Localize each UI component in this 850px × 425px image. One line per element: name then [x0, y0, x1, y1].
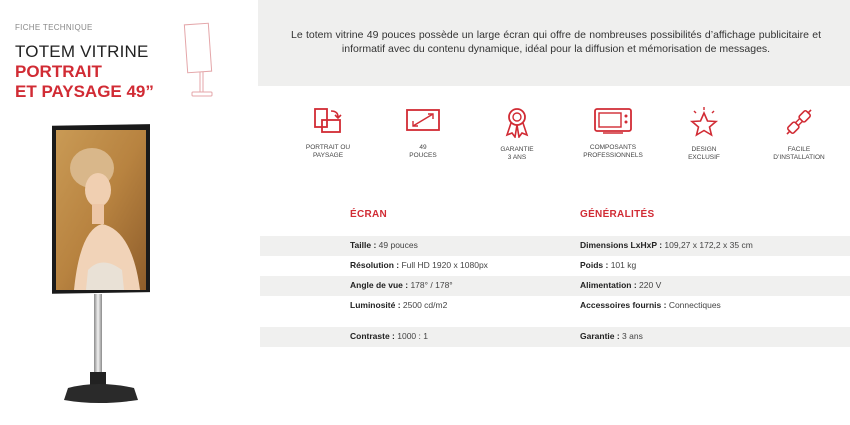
spec-label: Alimentation :	[580, 280, 637, 290]
spec-value: 109,27 x 172,2 x 35 cm	[662, 240, 753, 250]
spec-left: Luminosité : 2500 cd/m2	[350, 300, 447, 310]
spec-label: Dimensions LxHxP :	[580, 240, 663, 250]
spec-row: Angle de vue : 178° / 178° Alimentation …	[260, 276, 850, 296]
rotate-screen-icon	[314, 108, 342, 133]
feature-label: FACILE D’INSTALLATION	[773, 146, 825, 161]
title-line-1: TOTEM VITRINE	[15, 42, 149, 61]
spec-left: Résolution : Full HD 1920 x 1080px	[350, 260, 488, 270]
spec-left: Angle de vue : 178° / 178°	[350, 280, 453, 290]
title-line-2: PORTRAIT	[15, 62, 102, 81]
feature-label: PORTRAIT OU PAYSAGE	[305, 144, 351, 159]
eyebrow-label: FICHE TECHNIQUE	[15, 23, 93, 32]
section-title-screen: ÉCRAN	[350, 209, 388, 220]
feature-components: COMPOSANTS PROFESSIONNELS	[573, 106, 653, 160]
spec-right: Garantie : 3 ans	[580, 331, 643, 341]
feature-size: 49 POUCES	[383, 106, 463, 160]
spec-value: 2500 cd/m2	[400, 300, 448, 310]
totem-outline-icon	[183, 22, 213, 97]
spec-row: Contraste : 1000 : 1 Garantie : 3 ans	[260, 327, 850, 347]
product-header: FICHE TECHNIQUE TOTEM VITRINE PORTRAIT E…	[0, 0, 250, 425]
spec-value: 49 pouces	[376, 240, 418, 250]
spec-value: 1000 : 1	[394, 331, 428, 341]
spec-label: Garantie :	[580, 331, 620, 341]
product-description: Le totem vitrine 49 pouces possède un la…	[291, 29, 821, 55]
spec-row: Taille : 49 pouces Dimensions LxHxP : 10…	[260, 236, 850, 256]
spec-value: 101 kg	[608, 260, 637, 270]
feature-label: GARANTIE 3 ANS	[500, 146, 534, 161]
spec-right: Alimentation : 220 V	[580, 280, 661, 290]
feature-label: COMPOSANTS PROFESSIONNELS	[583, 144, 643, 159]
tv-components-icon	[594, 108, 632, 134]
spec-left: Taille : 49 pouces	[350, 240, 418, 250]
feature-label: 49 POUCES	[409, 144, 437, 159]
plug-icon	[786, 109, 812, 135]
spec-label: Poids :	[580, 260, 609, 270]
feature-rotate: PORTRAIT OU PAYSAGE	[288, 106, 368, 160]
spec-value: 178° / 178°	[408, 280, 453, 290]
screen-diagonal-icon	[406, 109, 440, 131]
spec-value: 3 ans	[619, 331, 643, 341]
spec-label: Luminosité :	[350, 300, 401, 310]
spec-right: Accessoires fournis : Connectiques	[580, 300, 721, 310]
award-ribbon-icon	[505, 108, 529, 138]
title-line-3: ET PAYSAGE 49”	[15, 82, 154, 101]
totem-product-image	[52, 124, 150, 403]
description-panel: Le totem vitrine 49 pouces possède un la…	[258, 0, 850, 86]
spec-left: Contraste : 1000 : 1	[350, 331, 428, 341]
star-sparkle-icon	[689, 107, 719, 137]
spec-label: Taille :	[350, 240, 377, 250]
section-title-general: GÉNÉRALITÉS	[580, 209, 655, 220]
spec-right: Poids : 101 kg	[580, 260, 636, 270]
spec-label: Contraste :	[350, 331, 395, 341]
spec-label: Résolution :	[350, 260, 400, 270]
spec-row: Résolution : Full HD 1920 x 1080px Poids…	[260, 256, 850, 276]
feature-label: DESIGN EXCLUSIF	[688, 146, 720, 161]
feature-warranty: GARANTIE 3 ANS	[477, 106, 557, 162]
spec-label: Angle de vue :	[350, 280, 409, 290]
spec-value: 220 V	[636, 280, 662, 290]
feature-strip: PORTRAIT OU PAYSAGE 49 POUCES GARANTIE 3…	[290, 106, 850, 176]
feature-install: FACILE D’INSTALLATION	[759, 106, 839, 162]
feature-design: DESIGN EXCLUSIF	[664, 106, 744, 162]
spec-right: Dimensions LxHxP : 109,27 x 172,2 x 35 c…	[580, 240, 753, 250]
spec-value: Connectiques	[666, 300, 721, 310]
spec-value: Full HD 1920 x 1080px	[399, 260, 488, 270]
spec-row: Luminosité : 2500 cd/m2 Accessoires four…	[260, 296, 850, 316]
spec-label: Accessoires fournis :	[580, 300, 667, 310]
